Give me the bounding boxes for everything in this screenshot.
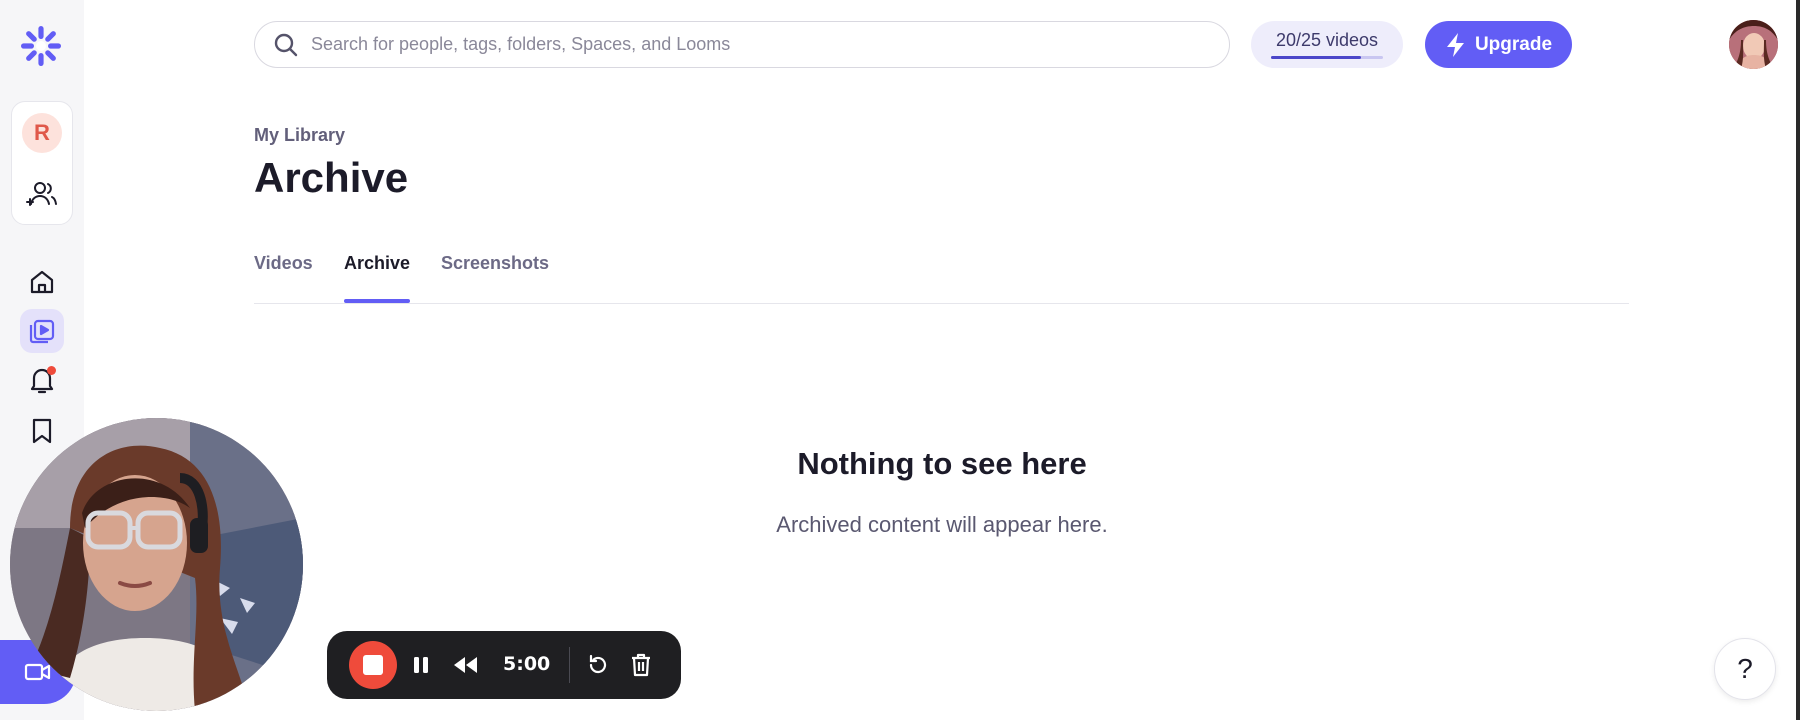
loom-logo-icon[interactable]	[19, 24, 63, 68]
videos-count-progress	[1271, 56, 1383, 59]
people-icon[interactable]	[25, 180, 59, 210]
workspace-switcher: R	[11, 101, 73, 225]
videos-count-label: 20/25 videos	[1275, 30, 1379, 50]
window-edge	[1796, 0, 1800, 720]
pause-button[interactable]	[406, 650, 436, 680]
delete-recording-button[interactable]	[626, 650, 656, 680]
rewind-icon	[454, 657, 477, 673]
controls-divider	[569, 647, 570, 683]
tab-archive[interactable]: Archive	[344, 253, 410, 294]
breadcrumb[interactable]: My Library	[254, 125, 345, 146]
trash-icon	[632, 653, 650, 677]
library-tabs: Videos Archive Screenshots	[254, 250, 1629, 304]
rewind-button[interactable]	[451, 650, 481, 680]
search-bar[interactable]	[254, 21, 1230, 68]
workspace-avatar[interactable]: R	[22, 113, 62, 153]
restart-button[interactable]	[583, 650, 613, 680]
bell-icon[interactable]	[20, 358, 64, 402]
stop-recording-button[interactable]	[349, 641, 397, 689]
library-icon[interactable]	[20, 309, 64, 353]
tab-videos[interactable]: Videos	[254, 253, 313, 294]
stop-icon	[363, 655, 383, 675]
search-icon	[274, 33, 298, 56]
recording-timer: 5:00	[503, 653, 551, 675]
upgrade-label: Upgrade	[1474, 33, 1553, 55]
record-video-icon	[24, 663, 51, 681]
search-input[interactable]	[311, 34, 1191, 55]
webcam-bubble[interactable]	[10, 418, 303, 711]
upgrade-button[interactable]: Upgrade	[1425, 21, 1572, 68]
pause-icon	[414, 657, 428, 673]
home-icon[interactable]	[20, 260, 64, 304]
videos-count-badge[interactable]: 20/25 videos	[1251, 21, 1403, 68]
page-title: Archive	[254, 154, 409, 201]
tab-screenshots[interactable]: Screenshots	[441, 253, 549, 294]
notification-dot	[47, 366, 56, 375]
active-tab-indicator	[344, 299, 410, 303]
help-button[interactable]: ?	[1714, 638, 1776, 700]
recording-controls: 5:00	[327, 631, 681, 699]
user-avatar[interactable]	[1729, 20, 1778, 69]
lightning-icon	[1446, 32, 1464, 57]
restart-icon	[589, 654, 607, 674]
